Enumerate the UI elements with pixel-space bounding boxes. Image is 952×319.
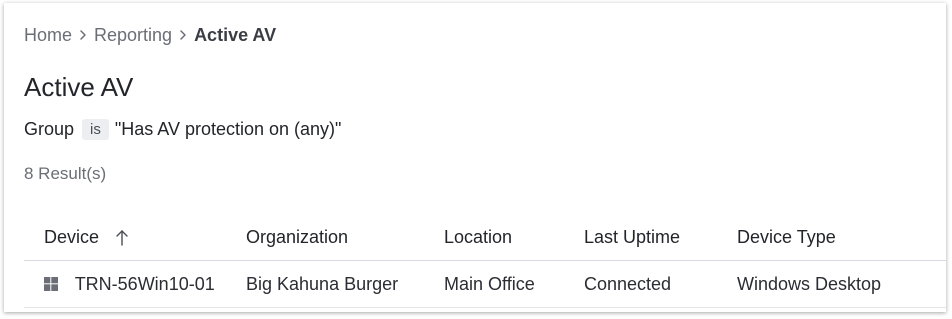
breadcrumb-home[interactable]: Home [24, 25, 72, 46]
column-header-device-type[interactable]: Device Type [737, 227, 946, 248]
cell-device[interactable]: TRN-56Win10-01 [24, 274, 246, 295]
chevron-right-icon [76, 28, 90, 42]
results-count: 8 Result(s) [24, 164, 107, 183]
windows-icon [44, 276, 58, 291]
column-header-device[interactable]: Device [24, 227, 246, 248]
cell-location: Main Office [444, 273, 535, 294]
devices-table: Device Organization Location Last Uptime… [24, 214, 946, 308]
filter-criteria: Group is "Has AV protection on (any)" [24, 116, 341, 142]
page-title: Active AV [24, 72, 134, 102]
filter-field: Group [24, 118, 75, 139]
cell-last-uptime: Connected [584, 273, 672, 294]
column-header-label: Device [44, 226, 100, 247]
cell-device-type: Windows Desktop [737, 273, 882, 294]
sort-ascending-icon[interactable] [114, 229, 130, 247]
device-name[interactable]: TRN-56Win10-01 [75, 274, 215, 294]
column-header-organization[interactable]: Organization [246, 227, 444, 248]
table-row[interactable]: TRN-56Win10-01 Big Kahuna Burger Main Of… [24, 261, 946, 308]
table-header: Device Organization Location Last Uptime… [24, 214, 946, 261]
filter-value: "Has AV protection on (any)" [114, 118, 342, 139]
report-panel: Home Reporting Active AV Active AV Group… [4, 3, 946, 312]
cell-organization: Big Kahuna Burger [246, 273, 399, 294]
breadcrumb: Home Reporting Active AV [24, 23, 276, 47]
column-header-location[interactable]: Location [444, 227, 584, 248]
column-header-last-uptime[interactable]: Last Uptime [584, 227, 737, 248]
breadcrumb-current: Active AV [194, 24, 277, 45]
chevron-right-icon [176, 28, 190, 42]
filter-operator-chip: is [82, 118, 109, 140]
breadcrumb-reporting[interactable]: Reporting [94, 25, 172, 46]
